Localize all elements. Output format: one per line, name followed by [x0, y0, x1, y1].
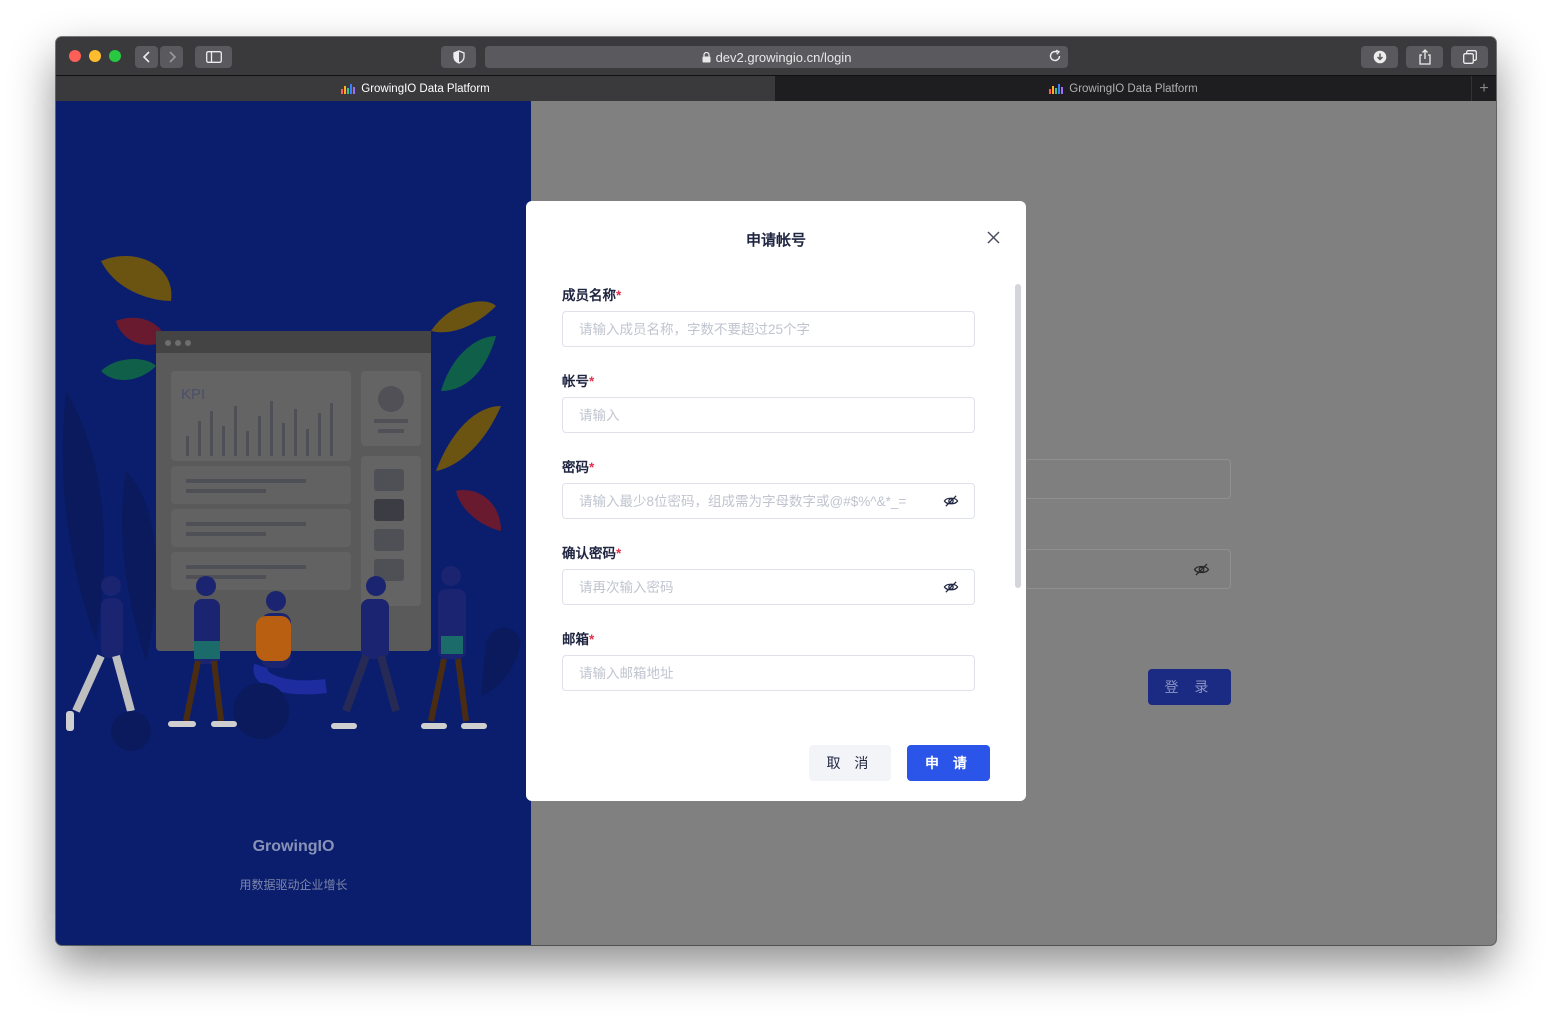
- zoom-window-button[interactable]: [109, 50, 121, 62]
- back-button[interactable]: [135, 46, 158, 68]
- scrollbar-thumb[interactable]: [1015, 284, 1021, 588]
- reload-icon: [1049, 49, 1061, 62]
- apply-account-modal: 申请帐号 成员名称* 帐号* 密码* 确认密码* 邮箱*: [526, 201, 1026, 801]
- brand-name: GrowingIO: [252, 838, 335, 855]
- confirm-password-label: 确认密码*: [562, 546, 622, 561]
- submit-apply-button[interactable]: 申 请: [907, 745, 990, 781]
- eye-hidden-icon: [1193, 563, 1210, 576]
- background-login-button: 登 录: [1148, 669, 1231, 705]
- minimize-window-button[interactable]: [89, 50, 101, 62]
- eye-hidden-icon: [943, 495, 959, 507]
- address-url: dev2.growingio.cn/login: [715, 49, 852, 65]
- cancel-button[interactable]: 取 消: [809, 745, 891, 781]
- address-bar[interactable]: dev2.growingio.cn/login: [485, 46, 1068, 68]
- kpi-label: KPI: [181, 386, 205, 403]
- modal-form: 成员名称* 帐号* 密码* 确认密码* 邮箱*: [562, 281, 975, 714]
- modal-close-button[interactable]: [983, 227, 1003, 247]
- tabs-overview-icon: [1462, 50, 1477, 64]
- privacy-shield-button[interactable]: [441, 46, 476, 68]
- forward-button[interactable]: [160, 46, 183, 68]
- modal-title: 申请帐号: [745, 232, 806, 249]
- password-visibility-toggle[interactable]: [942, 492, 960, 510]
- shield-icon: [452, 50, 465, 64]
- brand-panel: KPI GrowingIO 用数据驱动企业增长: [56, 101, 531, 945]
- tab-bar: GrowingIO Data Platform GrowingIO Data P…: [56, 75, 1496, 101]
- tab-title: GrowingIO Data Platform: [361, 82, 490, 95]
- lock-icon: [702, 51, 711, 62]
- growingio-favicon-icon: [1049, 83, 1064, 94]
- download-icon: [1373, 50, 1386, 64]
- sidebar-icon: [205, 51, 222, 63]
- share-button[interactable]: [1406, 46, 1443, 68]
- tab-overview-button[interactable]: [1451, 46, 1488, 68]
- email-input[interactable]: [562, 655, 975, 691]
- close-window-button[interactable]: [69, 50, 81, 62]
- background-password-input: [1024, 549, 1231, 589]
- tab-title: GrowingIO Data Platform: [1069, 82, 1198, 95]
- background-account-input: [1024, 459, 1231, 499]
- eye-hidden-icon: [943, 581, 959, 593]
- new-tab-button[interactable]: +: [1471, 76, 1496, 101]
- password-input[interactable]: [562, 483, 975, 519]
- member-name-input[interactable]: [562, 311, 975, 347]
- sidebar-toggle-button[interactable]: [195, 46, 232, 68]
- growingio-favicon-icon: [341, 83, 356, 94]
- title-bar: dev2.growingio.cn/login: [56, 37, 1496, 75]
- password-label: 密码*: [562, 460, 595, 475]
- chevron-left-icon: [142, 51, 150, 63]
- confirm-password-visibility-toggle[interactable]: [942, 578, 960, 596]
- modal-scrollbar[interactable]: [1014, 284, 1022, 714]
- chevron-right-icon: [168, 51, 176, 63]
- confirm-password-input[interactable]: [562, 569, 975, 605]
- share-icon: [1418, 49, 1431, 65]
- browser-window: dev2.growingio.cn/login GrowingIO Data P…: [56, 37, 1496, 945]
- tab-growingio[interactable]: GrowingIO Data Platform: [776, 76, 1471, 101]
- team-kpi-illustration: KPI: [62, 255, 521, 751]
- close-icon: [986, 230, 1000, 244]
- email-label: 邮箱*: [562, 632, 595, 647]
- reload-button[interactable]: [1048, 49, 1062, 66]
- brand-slogan: 用数据驱动企业增长: [239, 878, 348, 892]
- account-label: 帐号*: [562, 374, 595, 389]
- downloads-button[interactable]: [1361, 46, 1398, 68]
- account-input[interactable]: [562, 397, 975, 433]
- tab-growingio-active[interactable]: GrowingIO Data Platform: [56, 76, 775, 101]
- member-name-label: 成员名称*: [562, 288, 622, 303]
- page-content: KPI GrowingIO 用数据驱动企业增长 登 录 申请帐号 成员名称* 请…: [56, 101, 1496, 945]
